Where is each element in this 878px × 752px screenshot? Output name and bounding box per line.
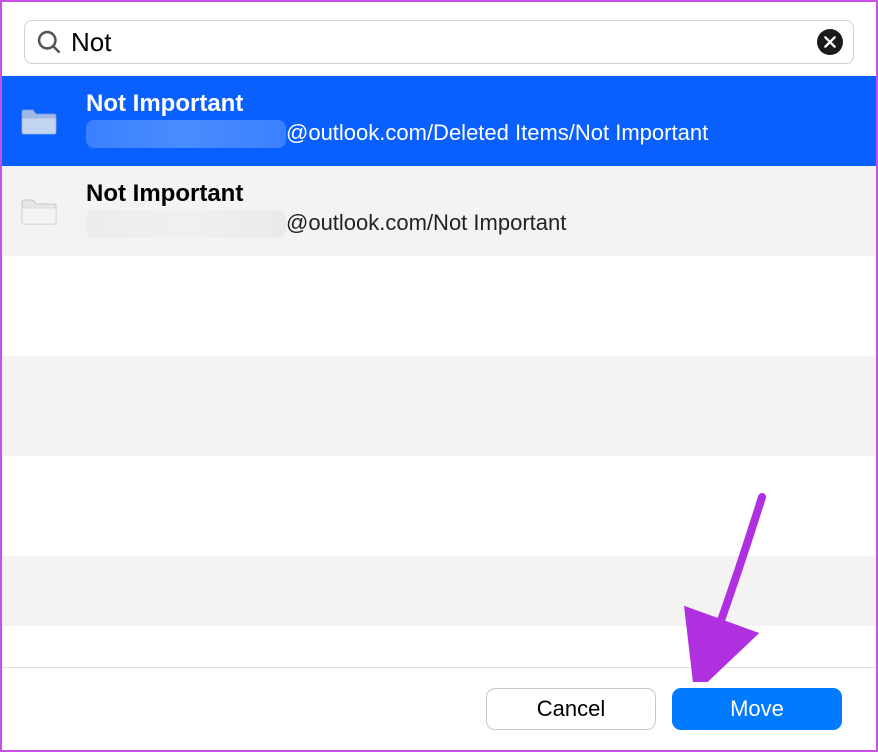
folder-result-path: @outlook.com/Deleted Items/Not Important [86,120,856,148]
folder-icon [20,196,58,226]
empty-row [2,256,876,356]
folder-result-text: Not Important @outlook.com/Not Important [86,180,856,238]
folder-result-item[interactable]: Not Important @outlook.com/Not Important [2,166,876,256]
folder-result-text: Not Important @outlook.com/Deleted Items… [86,90,856,148]
folder-result-title: Not Important [86,90,856,118]
search-bar[interactable] [24,20,854,64]
close-icon [823,35,837,49]
folder-result-path: @outlook.com/Not Important [86,210,856,238]
search-icon [35,28,63,56]
move-button[interactable]: Move [672,688,842,730]
empty-row [2,356,876,456]
search-input[interactable] [71,27,817,58]
clear-search-button[interactable] [817,29,843,55]
folder-result-item[interactable]: Not Important @outlook.com/Deleted Items… [2,76,876,166]
redacted-account [86,120,286,148]
results-list: Not Important @outlook.com/Deleted Items… [2,76,876,667]
button-bar: Cancel Move [2,667,876,750]
empty-row [2,456,876,556]
empty-row [2,556,876,626]
cancel-button[interactable]: Cancel [486,688,656,730]
folder-icon [20,106,58,136]
redacted-account [86,210,286,238]
folder-result-title: Not Important [86,180,856,208]
search-bar-container [2,2,876,76]
